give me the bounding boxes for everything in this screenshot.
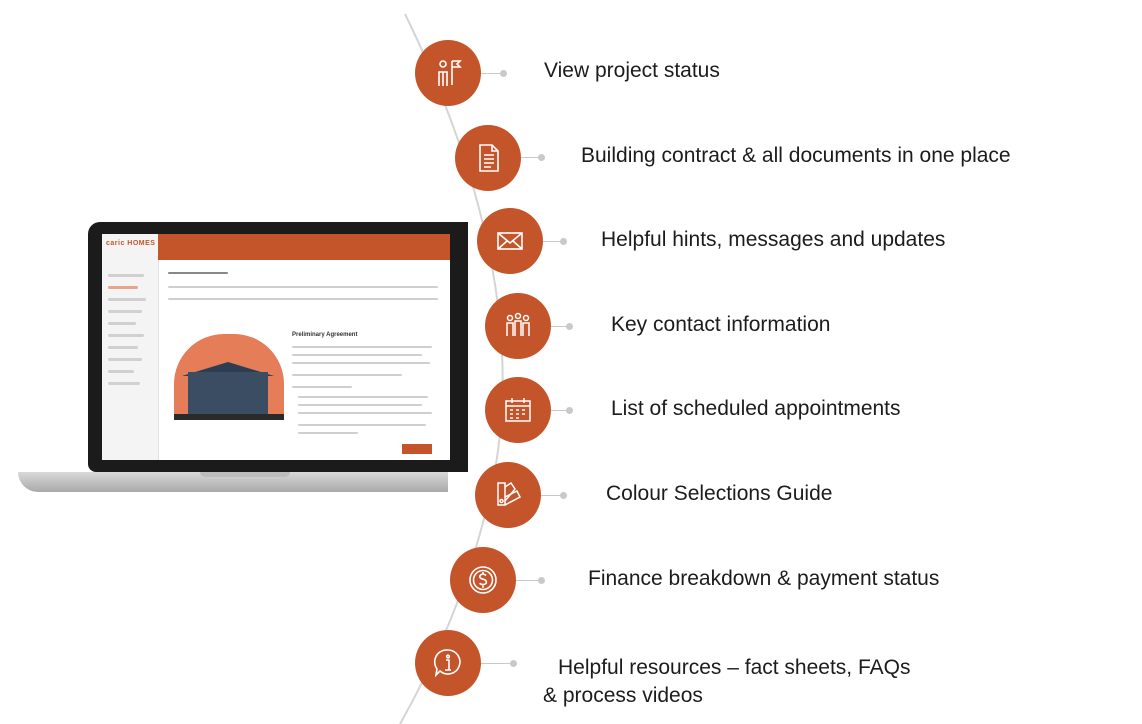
people-group-icon bbox=[485, 293, 551, 359]
app-continue-button bbox=[402, 444, 432, 454]
feature-label: List of scheduled appointments bbox=[611, 397, 901, 420]
feature-label: View project status bbox=[544, 59, 720, 82]
app-content-heading: Preliminary Agreement bbox=[292, 332, 358, 338]
colour-swatch-icon bbox=[475, 462, 541, 528]
laptop-mockup: caric HOMES Preliminary Agreement bbox=[0, 200, 468, 520]
feature-label: Helpful hints, messages and updates bbox=[601, 228, 946, 251]
app-sidebar: caric HOMES bbox=[102, 234, 159, 460]
document-icon bbox=[455, 125, 521, 191]
feature-label: Building contract & all documents in one… bbox=[581, 144, 1011, 167]
calendar-icon bbox=[485, 377, 551, 443]
feature-label: Helpful resources – fact sheets, FAQs bbox=[558, 656, 911, 679]
laptop-screen: caric HOMES Preliminary Agreement bbox=[102, 234, 450, 460]
info-speech-bubble-icon bbox=[415, 630, 481, 696]
dollar-coin-icon bbox=[450, 547, 516, 613]
app-header-bar bbox=[158, 234, 450, 260]
envelope-icon bbox=[477, 208, 543, 274]
app-logo: caric HOMES bbox=[106, 240, 156, 247]
feature-label-line2: & process videos bbox=[543, 684, 703, 707]
feature-label: Key contact information bbox=[611, 313, 831, 336]
project-flag-person-icon bbox=[415, 40, 481, 106]
feature-label: Colour Selections Guide bbox=[606, 482, 833, 505]
feature-label: Finance breakdown & payment status bbox=[588, 567, 940, 590]
